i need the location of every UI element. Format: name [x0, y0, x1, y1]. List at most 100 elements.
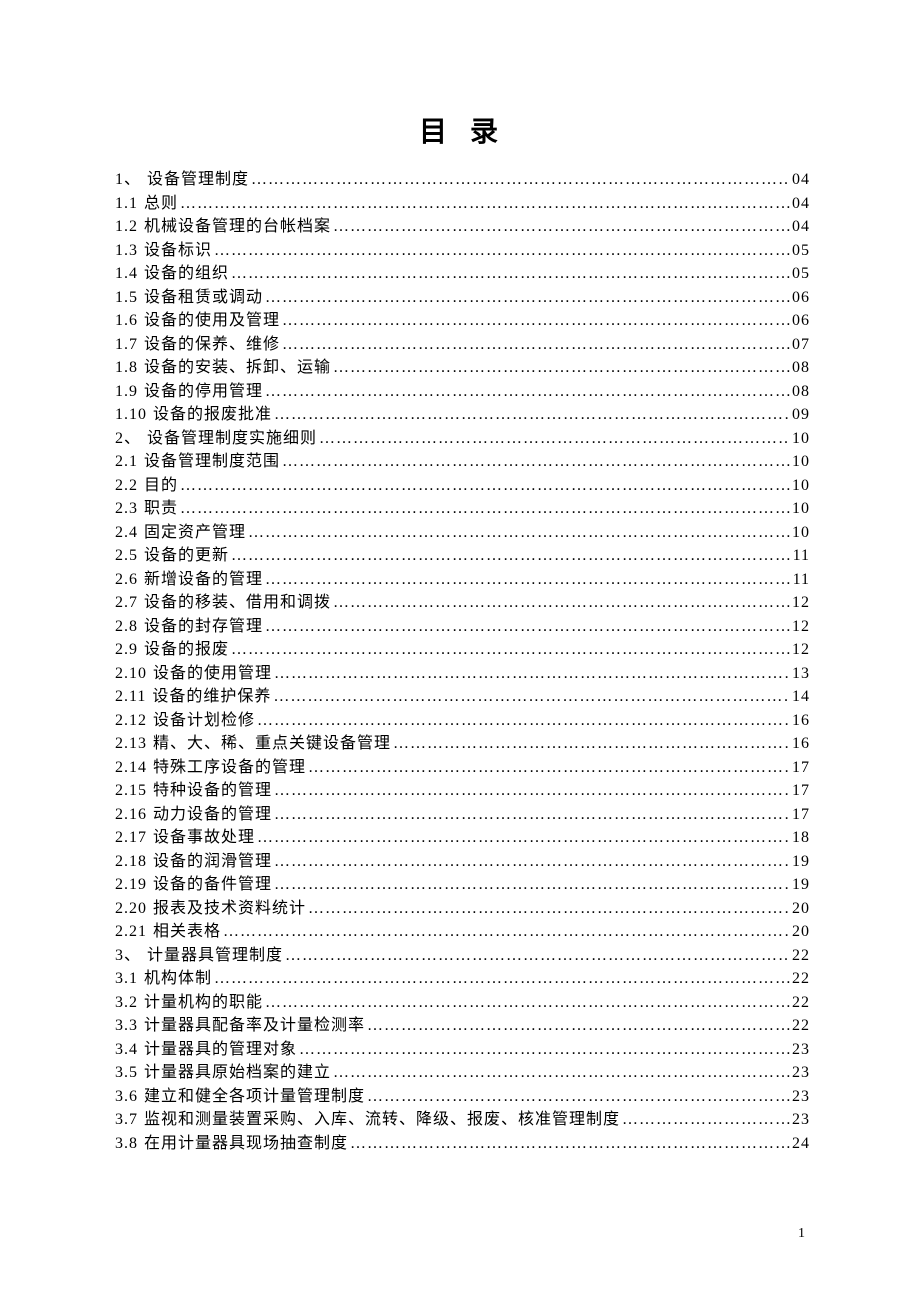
toc-entry-number: 1.1: [115, 192, 138, 216]
toc-entry-label: 设备的维护保养: [152, 685, 271, 709]
toc-entry-label: 设备的报废批准: [153, 403, 272, 427]
toc-entry-leader: [282, 450, 790, 474]
toc-entry-label: 动力设备的管理: [153, 803, 272, 827]
toc-entry-label: 设备的使用及管理: [144, 309, 280, 333]
toc-entry: 2.8设备的封存管理12: [115, 615, 810, 639]
toc-entry-page: 16: [792, 709, 810, 733]
toc-entry-label: 在用计量器具现场抽查制度: [144, 1132, 348, 1156]
toc-entry-page: 11: [793, 568, 810, 592]
toc-entry-leader: [257, 826, 790, 850]
toc-entry-number: 2、: [115, 427, 141, 451]
toc-entry-number: 2.14: [115, 756, 147, 780]
toc-entry: 1.1总则04: [115, 192, 810, 216]
toc-entry-number: 2.10: [115, 662, 147, 686]
toc-entry-number: 1.5: [115, 286, 138, 310]
toc-entry-number: 2.19: [115, 873, 147, 897]
toc-entry-label: 计量器具的管理对象: [144, 1038, 297, 1062]
toc-entry-page: 04: [792, 215, 810, 239]
toc-entry-page: 17: [792, 756, 810, 780]
toc-entry-label: 设备计划检修: [153, 709, 255, 733]
toc-entry-page: 10: [792, 521, 810, 545]
toc-entry-number: 3.4: [115, 1038, 138, 1062]
toc-entry-number: 2.21: [115, 920, 147, 944]
toc-entry-label: 机构体制: [144, 967, 212, 991]
toc-entry: 2.5设备的更新11: [115, 544, 810, 568]
toc-entry-label: 设备的报废: [144, 638, 229, 662]
toc-entry-number: 2.17: [115, 826, 147, 850]
toc-entry-number: 3.6: [115, 1085, 138, 1109]
toc-entry-page: 23: [792, 1085, 810, 1109]
toc-entry-leader: [319, 427, 790, 451]
toc-entry-page: 12: [792, 615, 810, 639]
toc-entry: 3.1机构体制22: [115, 967, 810, 991]
toc-entry-leader: [231, 638, 790, 662]
toc-entry-leader: [308, 897, 790, 921]
toc-entry: 2.14特殊工序设备的管理17: [115, 756, 810, 780]
toc-entry: 2.4固定资产管理10: [115, 521, 810, 545]
toc-entry-leader: [231, 544, 791, 568]
toc-entry-leader: [274, 850, 790, 874]
toc-entry-leader: [274, 662, 790, 686]
toc-entry-number: 2.20: [115, 897, 147, 921]
toc-entry-page: 19: [792, 850, 810, 874]
toc-entry: 1.3设备标识05: [115, 239, 810, 263]
toc-entry-number: 2.13: [115, 732, 147, 756]
toc-entry-label: 相关表格: [153, 920, 221, 944]
toc-entry-label: 计量器具管理制度: [147, 944, 283, 968]
toc-entry: 1.5设备租赁或调动06: [115, 286, 810, 310]
toc-entry-page: 05: [792, 239, 810, 263]
toc-entry-leader: [274, 403, 790, 427]
toc-entry-label: 固定资产管理: [144, 521, 246, 545]
toc-entry-leader: [223, 920, 790, 944]
toc-entry: 2.18设备的润滑管理19: [115, 850, 810, 874]
toc-entry: 2.19设备的备件管理19: [115, 873, 810, 897]
toc-entry-number: 1.10: [115, 403, 147, 427]
toc-entry-page: 07: [792, 333, 810, 357]
toc-entry-page: 23: [792, 1038, 810, 1062]
toc-entry-number: 1.3: [115, 239, 138, 263]
toc-entry-leader: [251, 168, 790, 192]
toc-entry-number: 2.11: [115, 685, 146, 709]
toc-entry-label: 设备的使用管理: [153, 662, 272, 686]
toc-entry: 3.4 计量器具的管理对象 23: [115, 1038, 810, 1062]
toc-entry-page: 08: [792, 380, 810, 404]
toc-entry-leader: [393, 732, 790, 756]
toc-entry-page: 22: [792, 944, 810, 968]
toc-entry-label: 特种设备的管理: [153, 779, 272, 803]
toc-entry-number: 2.1: [115, 450, 138, 474]
toc-entry-number: 2.2: [115, 474, 138, 498]
toc-entry: 2.16动力设备的管理17: [115, 803, 810, 827]
toc-entry-leader: [265, 991, 790, 1015]
toc-entry-number: 2.18: [115, 850, 147, 874]
toc-entry-label: 职责: [144, 497, 178, 521]
toc-entry-number: 2.3: [115, 497, 138, 521]
toc-entry: 3.3计量器具配备率及计量检测率22: [115, 1014, 810, 1038]
toc-entry-leader: [180, 497, 790, 521]
toc-entry-leader: [367, 1014, 790, 1038]
toc-entry: 1.4设备的组织05: [115, 262, 810, 286]
toc-entry-label: 设备的封存管理: [144, 615, 263, 639]
toc-entry-number: 2.12: [115, 709, 147, 733]
toc-entry-label: 监视和测量装置采购、入库、流转、降级、报废、核准管理制度: [144, 1108, 620, 1132]
toc-entry: 1.8设备的安装、拆卸、运输08: [115, 356, 810, 380]
toc-entry-label: 设备管理制度: [147, 168, 249, 192]
toc-entry-label: 设备的备件管理: [153, 873, 272, 897]
toc-entry-leader: [333, 591, 790, 615]
toc-entry-page: 22: [792, 1014, 810, 1038]
toc-entry: 2.9设备的报废12: [115, 638, 810, 662]
toc-entry: 1.2机械设备管理的台帐档案04: [115, 215, 810, 239]
toc-entry-leader: [248, 521, 790, 545]
toc-entry-leader: [180, 474, 790, 498]
toc-entry-number: 2.5: [115, 544, 138, 568]
toc-entry-page: 10: [792, 474, 810, 498]
toc-entry: 2.17设备事故处理18: [115, 826, 810, 850]
toc-entry-label: 报表及技术资料统计: [153, 897, 306, 921]
toc-entry-number: 2.15: [115, 779, 147, 803]
toc-entry-page: 23: [792, 1061, 810, 1085]
toc-entry-label: 设备管理制度实施细则: [147, 427, 317, 451]
toc-entry-leader: [282, 333, 790, 357]
toc-entry-leader: [265, 568, 791, 592]
toc-entry: 2.3职责10: [115, 497, 810, 521]
toc-entry: 1、设备管理制度04: [115, 168, 810, 192]
toc-entry-leader: [622, 1108, 790, 1132]
